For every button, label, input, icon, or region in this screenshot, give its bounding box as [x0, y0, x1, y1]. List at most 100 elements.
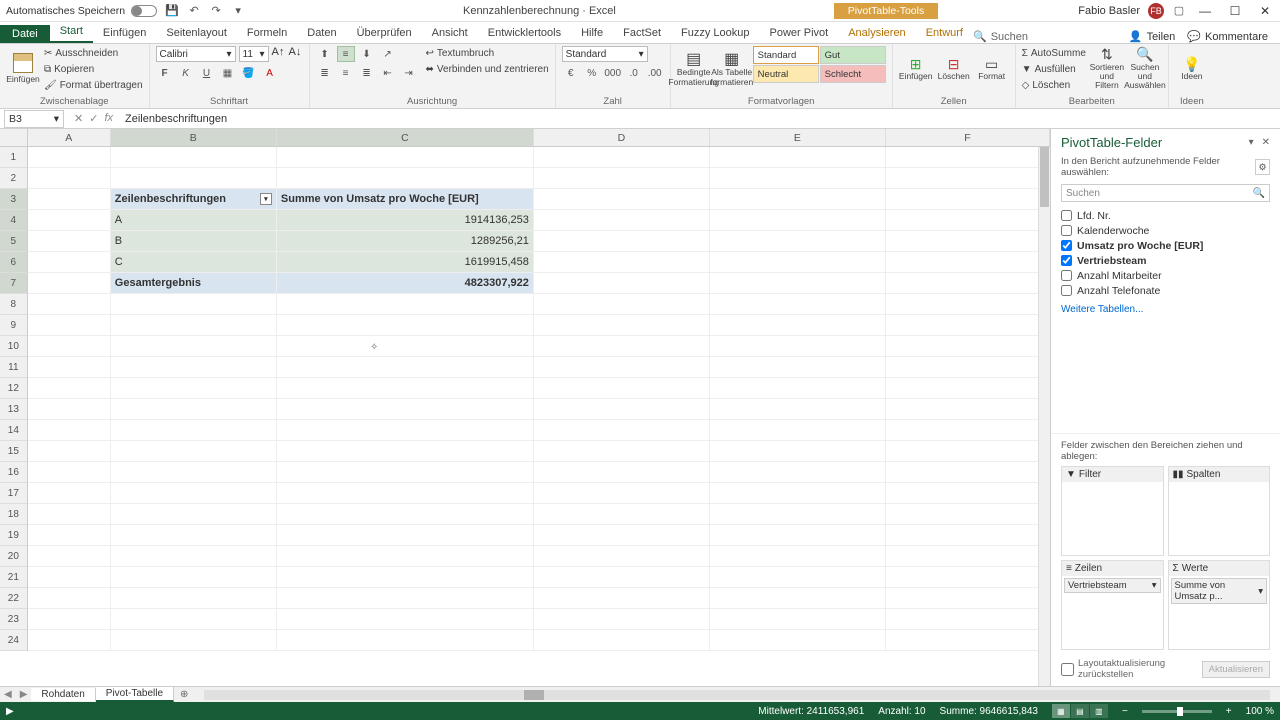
cell[interactable]: [534, 546, 710, 567]
tab-analyze[interactable]: Analysieren: [838, 24, 915, 43]
cell[interactable]: [277, 546, 534, 567]
field-item[interactable]: Anzahl Telefonate: [1061, 283, 1270, 298]
row-header[interactable]: 20: [0, 546, 28, 567]
tab-help[interactable]: Hilfe: [571, 24, 613, 43]
cell[interactable]: [111, 504, 277, 525]
minimize-button[interactable]: —: [1190, 1, 1220, 21]
cell[interactable]: [886, 546, 1050, 567]
cell[interactable]: [886, 441, 1050, 462]
cell[interactable]: [534, 567, 710, 588]
toggle-switch-icon[interactable]: [131, 5, 157, 17]
cell[interactable]: [28, 588, 111, 609]
cell[interactable]: [710, 294, 886, 315]
defer-layout-checkbox[interactable]: Layoutaktualisierung zurückstellen: [1061, 658, 1202, 680]
zoom-out-icon[interactable]: −: [1122, 706, 1128, 717]
field-item[interactable]: Anzahl Mitarbeiter: [1061, 268, 1270, 283]
cell[interactable]: [277, 588, 534, 609]
cell[interactable]: [28, 420, 111, 441]
row-header[interactable]: 21: [0, 567, 28, 588]
tab-file[interactable]: Datei: [0, 25, 50, 43]
cell[interactable]: [277, 630, 534, 651]
cell-style-gut[interactable]: Gut: [820, 46, 886, 64]
cell[interactable]: [710, 315, 886, 336]
cell[interactable]: [28, 294, 111, 315]
cell[interactable]: [534, 525, 710, 546]
record-macro-icon[interactable]: ▶: [6, 706, 14, 717]
row-header[interactable]: 24: [0, 630, 28, 651]
align-left-icon[interactable]: ≣: [316, 65, 334, 81]
sheet-nav-prev-icon[interactable]: ◀: [0, 689, 16, 700]
cell[interactable]: [277, 420, 534, 441]
cell[interactable]: [534, 399, 710, 420]
cell[interactable]: [28, 567, 111, 588]
decrease-font-icon[interactable]: A↓: [289, 46, 303, 62]
cancel-formula-icon[interactable]: ✕: [74, 112, 83, 125]
pane-dropdown-icon[interactable]: ▾: [1249, 137, 1254, 148]
cell[interactable]: [886, 252, 1050, 273]
cell-style-schlecht[interactable]: Schlecht: [820, 65, 886, 83]
cell[interactable]: [111, 588, 277, 609]
cell[interactable]: Summe von Umsatz pro Woche [EUR]: [277, 189, 534, 210]
zoom-level[interactable]: 100 %: [1246, 706, 1274, 717]
cell[interactable]: [111, 525, 277, 546]
cell[interactable]: [28, 525, 111, 546]
cell[interactable]: [710, 168, 886, 189]
tab-fuzzy[interactable]: Fuzzy Lookup: [671, 24, 759, 43]
cell[interactable]: [28, 630, 111, 651]
cell[interactable]: [710, 231, 886, 252]
cell[interactable]: [28, 189, 111, 210]
cell[interactable]: [111, 357, 277, 378]
cell[interactable]: [534, 588, 710, 609]
tab-factset[interactable]: FactSet: [613, 24, 671, 43]
cell[interactable]: [886, 357, 1050, 378]
cell[interactable]: [534, 231, 710, 252]
cell[interactable]: [886, 462, 1050, 483]
row-header[interactable]: 9: [0, 315, 28, 336]
cell[interactable]: [710, 420, 886, 441]
view-pagebreak-icon[interactable]: ▥: [1090, 704, 1108, 718]
col-header-c[interactable]: C: [277, 129, 534, 146]
field-checkbox[interactable]: [1061, 225, 1072, 236]
cell[interactable]: [534, 420, 710, 441]
gear-icon[interactable]: ⚙: [1255, 159, 1270, 175]
cell[interactable]: [28, 336, 111, 357]
sheet-tab-pivot[interactable]: Pivot-Tabelle: [96, 687, 174, 702]
cell[interactable]: [111, 294, 277, 315]
cut-button[interactable]: ✂Ausschneiden: [44, 46, 143, 60]
ideas-button[interactable]: 💡Ideen: [1175, 46, 1209, 92]
row-header[interactable]: 3: [0, 189, 28, 210]
cell[interactable]: [534, 147, 710, 168]
row-header[interactable]: 11: [0, 357, 28, 378]
cell[interactable]: [111, 420, 277, 441]
row-header[interactable]: 13: [0, 399, 28, 420]
fill-button[interactable]: ▼Ausfüllen: [1022, 62, 1086, 76]
cell-style-standard[interactable]: Standard: [753, 46, 819, 64]
cell[interactable]: 4823307,922: [277, 273, 534, 294]
area-columns[interactable]: ▮▮Spalten: [1168, 466, 1271, 556]
cell[interactable]: [710, 609, 886, 630]
align-bottom-icon[interactable]: ⬇: [358, 46, 376, 62]
cell[interactable]: [710, 462, 886, 483]
zoom-slider[interactable]: [1142, 710, 1212, 713]
redo-icon[interactable]: ↷: [209, 4, 223, 18]
cell[interactable]: [534, 315, 710, 336]
cell[interactable]: [534, 336, 710, 357]
italic-button[interactable]: K: [177, 65, 195, 81]
autosum-button[interactable]: ΣAutoSumme: [1022, 46, 1086, 60]
tab-design[interactable]: Entwurf: [916, 24, 973, 43]
save-icon[interactable]: 💾: [165, 4, 179, 18]
font-name-select[interactable]: Calibri▾: [156, 46, 236, 62]
cell[interactable]: [534, 609, 710, 630]
cell[interactable]: [886, 609, 1050, 630]
row-header[interactable]: 22: [0, 588, 28, 609]
cell[interactable]: [886, 315, 1050, 336]
row-header[interactable]: 12: [0, 378, 28, 399]
col-header-b[interactable]: B: [111, 129, 277, 146]
cell[interactable]: [28, 252, 111, 273]
align-right-icon[interactable]: ≣: [358, 65, 376, 81]
cell[interactable]: 1619915,458: [277, 252, 534, 273]
worksheet-area[interactable]: A B C D E F 123Zeilenbeschriftungen▾Summ…: [0, 129, 1050, 686]
percent-icon[interactable]: %: [583, 65, 601, 81]
row-header[interactable]: 2: [0, 168, 28, 189]
select-all-corner[interactable]: [0, 129, 28, 146]
